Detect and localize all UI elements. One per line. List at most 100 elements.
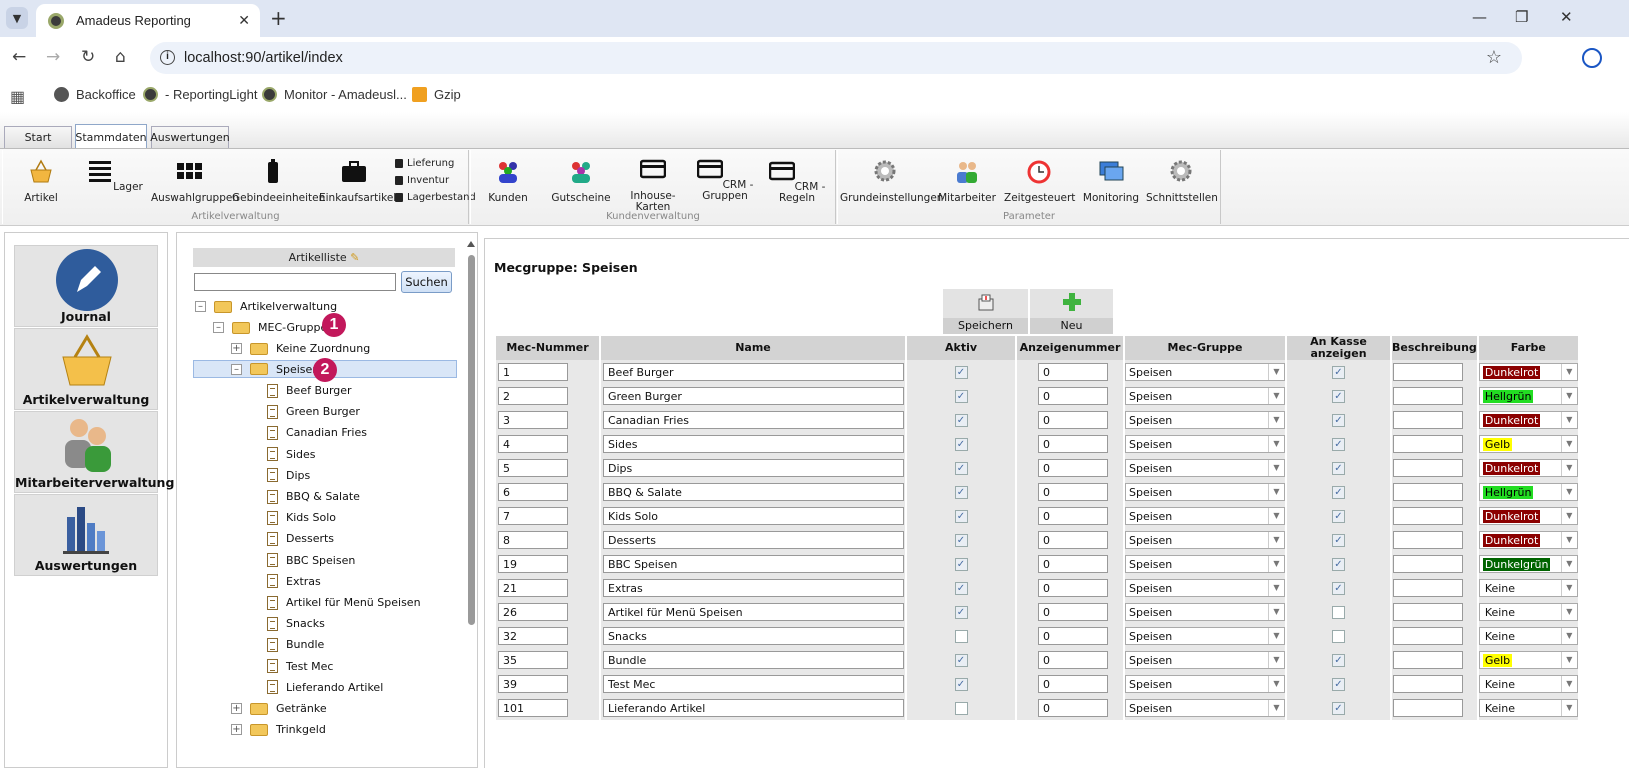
mec-gruppe-select[interactable]: Speisen ▼ <box>1125 459 1285 477</box>
aktiv-checkbox[interactable]: ✓ <box>954 437 968 451</box>
tree-node-trinkgeld[interactable]: + Trinkgeld <box>231 720 326 739</box>
artikel-button[interactable]: Artikel <box>13 158 69 204</box>
tree-leaf-item[interactable]: Desserts <box>267 529 334 548</box>
beschreibung-input[interactable] <box>1393 579 1463 597</box>
nav-artikelverwaltung[interactable]: Artikelverwaltung <box>14 328 158 410</box>
an-kasse-checkbox[interactable]: ✓ <box>1332 629 1345 643</box>
expand-icon[interactable]: + <box>231 703 242 714</box>
anzeigenummer-input[interactable]: 0 <box>1038 651 1108 669</box>
aktiv-checkbox[interactable]: ✓ <box>954 461 968 475</box>
farbe-select[interactable]: Dunkelgrün ▼ <box>1478 555 1578 573</box>
beschreibung-input[interactable] <box>1393 675 1463 693</box>
expand-icon[interactable]: + <box>231 343 242 354</box>
an-kasse-checkbox[interactable]: ✓ <box>1332 605 1345 619</box>
mec-gruppe-select[interactable]: Speisen ▼ <box>1125 507 1285 525</box>
name-input[interactable]: BBQ & Salate <box>603 483 904 501</box>
tree-leaf-item[interactable]: Canadian Fries <box>267 423 367 442</box>
name-input[interactable]: Test Mec <box>603 675 904 693</box>
aktiv-checkbox[interactable]: ✓ <box>954 389 968 403</box>
name-input[interactable]: Bundle <box>603 651 904 669</box>
profile-icon[interactable] <box>1582 48 1602 68</box>
col-name[interactable]: Name <box>601 336 905 360</box>
site-info-icon[interactable]: i <box>160 50 175 65</box>
name-input[interactable]: Extras <box>603 579 904 597</box>
col-mec-gruppe[interactable]: Mec-Gruppe <box>1125 336 1285 360</box>
anzeigenummer-input[interactable]: 0 <box>1038 603 1108 621</box>
reload-icon[interactable]: ↻ <box>81 47 95 67</box>
save-button[interactable]: Speichern <box>943 289 1028 334</box>
farbe-select[interactable]: Keine ▼ <box>1478 579 1578 597</box>
beschreibung-input[interactable] <box>1393 483 1463 501</box>
anzeigenummer-input[interactable]: 0 <box>1038 435 1108 453</box>
beschreibung-input[interactable] <box>1393 627 1463 645</box>
anzeigenummer-input[interactable]: 0 <box>1038 459 1108 477</box>
forward-icon[interactable]: → <box>46 47 60 67</box>
tree-node-artikelverwaltung[interactable]: – Artikelverwaltung <box>195 297 337 316</box>
mitarbeiter-button[interactable]: Mitarbeiter <box>936 158 998 204</box>
anzeigenummer-input[interactable]: 0 <box>1038 363 1108 381</box>
restore-icon[interactable]: ❐ <box>1515 8 1528 26</box>
bookmark-star-icon[interactable]: ☆ <box>1486 47 1502 68</box>
name-input[interactable]: Beef Burger <box>603 363 904 381</box>
kunden-button[interactable]: Kunden <box>477 158 539 204</box>
beschreibung-input[interactable] <box>1393 651 1463 669</box>
aktiv-checkbox[interactable]: ✓ <box>954 365 968 379</box>
col-an-kasse-anzeigen[interactable]: An Kasse anzeigen <box>1287 336 1390 360</box>
bookmark-gzip[interactable]: Gzip <box>412 87 461 102</box>
auswahlgruppen-button[interactable]: Auswahlgruppen <box>151 158 239 204</box>
anzeigenummer-input[interactable]: 0 <box>1038 675 1108 693</box>
close-window-icon[interactable]: ✕ <box>1560 8 1573 26</box>
zeitgesteuert-button[interactable]: Zeitgesteuert <box>1004 158 1075 204</box>
name-input[interactable]: Desserts <box>603 531 904 549</box>
mec-nummer-input[interactable]: 5 <box>498 459 568 477</box>
bookmark-reportinglight[interactable]: - ReportingLight <box>143 87 258 102</box>
col-anzeigenummer[interactable]: Anzeigenummer <box>1017 336 1123 360</box>
lager-button[interactable]: Lager <box>87 158 143 193</box>
beschreibung-input[interactable] <box>1393 531 1463 549</box>
beschreibung-input[interactable] <box>1393 363 1463 381</box>
mec-gruppe-select[interactable]: Speisen ▼ <box>1125 411 1285 429</box>
an-kasse-checkbox[interactable]: ✓ <box>1332 533 1345 547</box>
mec-gruppe-select[interactable]: Speisen ▼ <box>1125 483 1285 501</box>
tree-leaf-item[interactable]: Sides <box>267 445 316 464</box>
scroll-thumb[interactable] <box>468 255 475 625</box>
inhouse-karten-button[interactable]: Inhouse- Karten <box>621 156 685 213</box>
mec-gruppe-select[interactable]: Speisen ▼ <box>1125 627 1285 645</box>
mec-nummer-input[interactable]: 35 <box>498 651 568 669</box>
monitoring-button[interactable]: Monitoring <box>1080 158 1142 204</box>
beschreibung-input[interactable] <box>1393 435 1463 453</box>
farbe-select[interactable]: Keine ▼ <box>1478 675 1578 693</box>
mec-gruppe-select[interactable]: Speisen ▼ <box>1125 579 1285 597</box>
an-kasse-checkbox[interactable]: ✓ <box>1332 677 1345 691</box>
nav-mitarbeiterverwaltung[interactable]: Mitarbeiterverwaltung <box>14 411 174 493</box>
aktiv-checkbox[interactable]: ✓ <box>954 605 968 619</box>
tree-node-getraenke[interactable]: + Getränke <box>231 699 327 718</box>
mec-nummer-input[interactable]: 21 <box>498 579 568 597</box>
mec-nummer-input[interactable]: 8 <box>498 531 568 549</box>
new-button[interactable]: Neu <box>1030 289 1113 334</box>
minimize-icon[interactable]: — <box>1472 8 1487 26</box>
apps-grid-icon[interactable]: ▦ <box>10 87 25 107</box>
tree-leaf-item[interactable]: Snacks <box>267 614 325 633</box>
mec-gruppe-select[interactable]: Speisen ▼ <box>1125 387 1285 405</box>
inventur-button[interactable]: Inventur <box>395 175 449 186</box>
tree-leaf-item[interactable]: Dips <box>267 466 310 485</box>
name-input[interactable]: Lieferando Artikel <box>603 699 904 717</box>
name-input[interactable]: Green Burger <box>603 387 904 405</box>
mec-gruppe-select[interactable]: Speisen ▼ <box>1125 435 1285 453</box>
url-field[interactable]: i localhost:90/artikel/index ☆ <box>150 42 1522 74</box>
farbe-select[interactable]: Keine ▼ <box>1478 603 1578 621</box>
bookmark-monitor[interactable]: Monitor - Amadeusl... <box>262 87 407 102</box>
tree-leaf-item[interactable]: Beef Burger <box>267 381 352 400</box>
tab-stammdaten[interactable]: Stammdaten <box>75 124 147 149</box>
aktiv-checkbox[interactable]: ✓ <box>954 581 968 595</box>
search-button[interactable]: Suchen <box>401 271 452 293</box>
farbe-select[interactable]: Dunkelrot ▼ <box>1478 459 1578 477</box>
name-input[interactable]: Snacks <box>603 627 904 645</box>
farbe-select[interactable]: Hellgrün ▼ <box>1478 387 1578 405</box>
aktiv-checkbox[interactable]: ✓ <box>954 677 968 691</box>
aktiv-checkbox[interactable]: ✓ <box>954 485 968 499</box>
mec-nummer-input[interactable]: 4 <box>498 435 568 453</box>
mec-nummer-input[interactable]: 32 <box>498 627 568 645</box>
mec-nummer-input[interactable]: 3 <box>498 411 568 429</box>
